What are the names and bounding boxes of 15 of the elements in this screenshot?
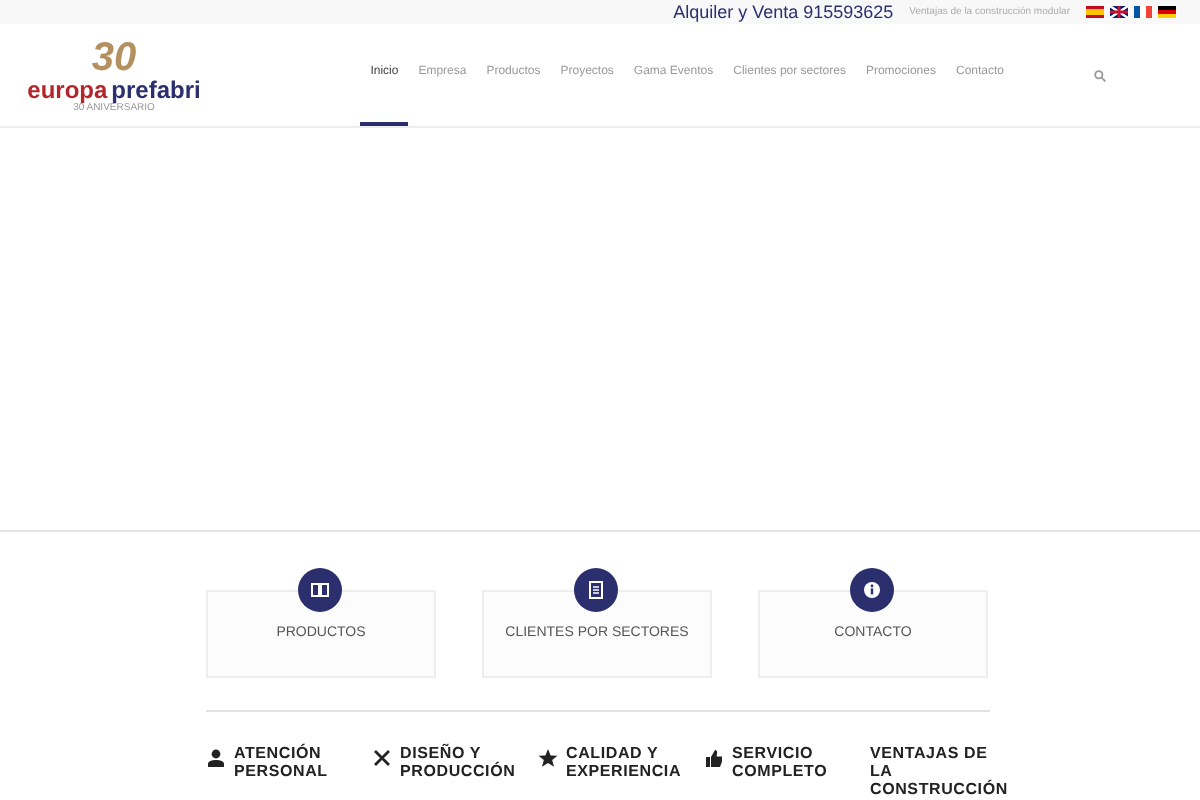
flag-icon[interactable]	[1158, 6, 1176, 18]
feature-title: CALIDAD Y EXPERIENCIA	[566, 746, 682, 782]
feature-title: SERVICIO COMPLETO	[732, 746, 830, 782]
doc-icon	[574, 568, 618, 612]
search-icon[interactable]	[1094, 69, 1106, 81]
flag-icon[interactable]	[1110, 6, 1128, 18]
feature-title: VENTAJAS DE LA CONSTRUCCIÓN	[870, 746, 1010, 799]
person-icon	[206, 748, 226, 768]
phone-text: Alquiler y Venta 915593625	[673, 3, 894, 21]
flag-icon[interactable]	[1134, 6, 1152, 18]
thumb-icon	[704, 748, 724, 768]
feature-title: DISEÑO Y PRODUCCIÓN	[400, 746, 516, 782]
feature-title: ATENCIÓN PERSONAL	[234, 746, 330, 782]
star-icon	[538, 748, 558, 768]
info-icon	[850, 568, 894, 612]
